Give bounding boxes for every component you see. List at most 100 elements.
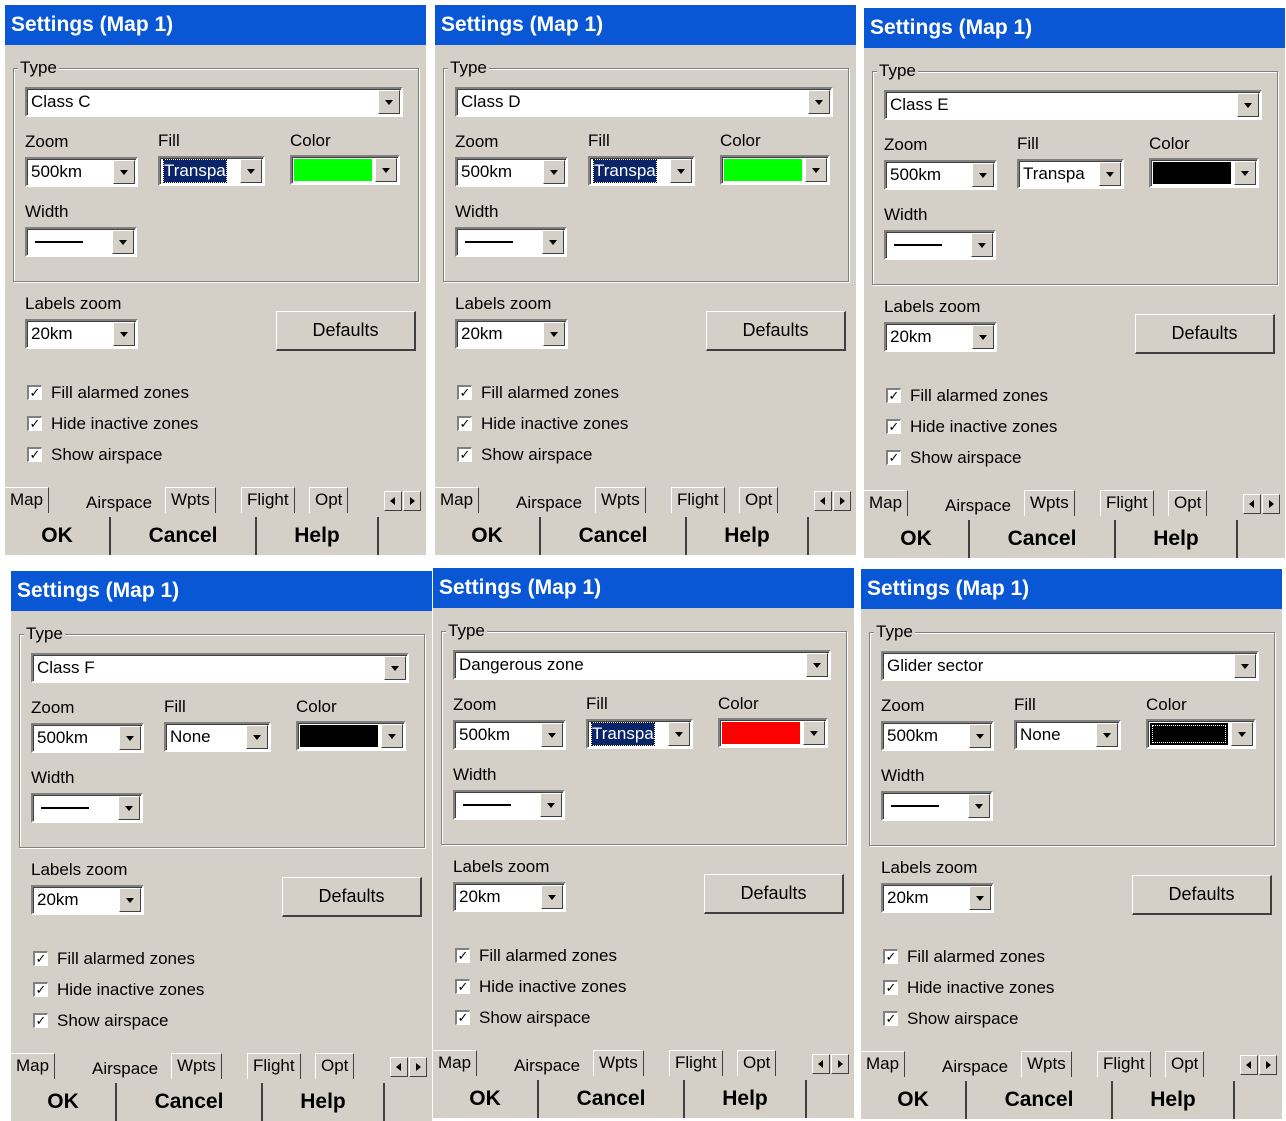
width-select[interactable] [31,793,143,823]
help-button[interactable]: Help [1113,1081,1235,1119]
width-select[interactable] [453,790,565,820]
fill-alarmed-checkbox[interactable]: ✓ [27,385,42,400]
tab-flight[interactable]: Flight [1097,1051,1151,1077]
cancel-button[interactable]: Cancel [117,1083,263,1121]
scroll-right-icon[interactable] [403,491,421,511]
ok-button[interactable]: OK [5,517,111,555]
fill-select[interactable]: None [164,722,271,752]
chevron-down-icon[interactable] [969,886,991,910]
type-select[interactable]: Class E [884,90,1262,120]
chevron-down-icon[interactable] [381,724,403,748]
defaults-button[interactable]: Defaults [704,874,844,914]
scroll-right-icon[interactable] [1262,494,1280,514]
zoom-select[interactable]: 500km [25,157,138,187]
hide-inactive-checkbox[interactable]: ✓ [27,416,42,431]
fill-select[interactable]: Transpa [1017,159,1124,189]
cancel-button[interactable]: Cancel [541,517,687,555]
color-select[interactable] [718,718,828,748]
tab-flight[interactable]: Flight [669,1050,723,1076]
scroll-left-icon[interactable] [1243,494,1261,514]
chevron-down-icon[interactable] [119,888,141,912]
cancel-button[interactable]: Cancel [970,520,1116,558]
chevron-down-icon[interactable] [378,90,400,114]
chevron-down-icon[interactable] [1234,654,1256,678]
chevron-down-icon[interactable] [1234,161,1256,185]
help-button[interactable]: Help [263,1083,385,1121]
chevron-down-icon[interactable] [113,160,135,184]
hide-inactive-checkbox[interactable]: ✓ [457,416,472,431]
zoom-select[interactable]: 500km [453,720,566,750]
chevron-down-icon[interactable] [803,721,825,745]
cancel-button[interactable]: Cancel [967,1081,1113,1119]
color-select[interactable] [1146,719,1256,749]
defaults-button[interactable]: Defaults [1135,314,1275,354]
scroll-right-icon[interactable] [831,1054,849,1074]
fill-alarmed-checkbox[interactable]: ✓ [455,948,470,963]
scroll-left-icon[interactable] [384,491,402,511]
chevron-down-icon[interactable] [972,325,994,349]
chevron-down-icon[interactable] [112,230,134,254]
tab-wpts[interactable]: Wpts [595,487,646,513]
ok-button[interactable]: OK [435,517,541,555]
chevron-down-icon[interactable] [668,722,690,746]
cancel-button[interactable]: Cancel [111,517,257,555]
defaults-button[interactable]: Defaults [276,311,416,351]
chevron-down-icon[interactable] [805,158,827,182]
width-select[interactable] [455,227,567,257]
type-select[interactable]: Class C [25,87,403,117]
tab-wpts[interactable]: Wpts [1021,1051,1072,1077]
tab-airspace[interactable]: Airspace [940,494,1016,518]
show-airspace-checkbox[interactable]: ✓ [27,447,42,462]
fill-select[interactable]: Transpa [586,719,693,749]
chevron-down-icon[interactable] [808,90,830,114]
zoom-select[interactable]: 500km [884,160,997,190]
help-button[interactable]: Help [257,517,379,555]
tab-airspace[interactable]: Airspace [509,1054,585,1078]
color-select[interactable] [296,721,406,751]
chevron-down-icon[interactable] [541,723,563,747]
help-button[interactable]: Help [687,517,809,555]
chevron-down-icon[interactable] [968,794,990,818]
chevron-down-icon[interactable] [1099,162,1121,186]
show-airspace-checkbox[interactable]: ✓ [886,450,901,465]
chevron-down-icon[interactable] [541,885,563,909]
show-airspace-checkbox[interactable]: ✓ [33,1013,48,1028]
fill-alarmed-checkbox[interactable]: ✓ [33,951,48,966]
chevron-down-icon[interactable] [969,724,991,748]
type-select[interactable]: Class F [31,653,409,683]
show-airspace-checkbox[interactable]: ✓ [455,1010,470,1025]
scroll-left-icon[interactable] [812,1054,830,1074]
hide-inactive-checkbox[interactable]: ✓ [455,979,470,994]
tab-airspace[interactable]: Airspace [87,1057,163,1081]
scroll-right-icon[interactable] [409,1057,427,1077]
ok-button[interactable]: OK [864,520,970,558]
zoom-select[interactable]: 500km [31,723,144,753]
chevron-down-icon[interactable] [118,796,140,820]
chevron-down-icon[interactable] [384,656,406,680]
tab-map[interactable]: Map [864,490,909,516]
hide-inactive-checkbox[interactable]: ✓ [883,980,898,995]
tab-opt[interactable]: Opt [315,1053,355,1079]
scroll-left-icon[interactable] [390,1057,408,1077]
cancel-button[interactable]: Cancel [539,1080,685,1118]
defaults-button[interactable]: Defaults [1132,875,1272,915]
chevron-down-icon[interactable] [543,322,565,346]
tab-flight[interactable]: Flight [671,487,725,513]
chevron-down-icon[interactable] [1237,93,1259,117]
tab-opt[interactable]: Opt [1165,1051,1205,1077]
chevron-down-icon[interactable] [246,725,268,749]
color-select[interactable] [290,155,400,185]
tab-opt[interactable]: Opt [739,487,779,513]
tab-map[interactable]: Map [435,487,480,513]
hide-inactive-checkbox[interactable]: ✓ [33,982,48,997]
tab-map[interactable]: Map [861,1051,906,1077]
defaults-button[interactable]: Defaults [282,877,422,917]
fill-alarmed-checkbox[interactable]: ✓ [886,388,901,403]
chevron-down-icon[interactable] [119,726,141,750]
scroll-right-icon[interactable] [833,491,851,511]
tab-opt[interactable]: Opt [737,1050,777,1076]
tab-wpts[interactable]: Wpts [165,487,216,513]
tab-map[interactable]: Map [433,1050,478,1076]
width-select[interactable] [25,227,137,257]
chevron-down-icon[interactable] [806,653,828,677]
